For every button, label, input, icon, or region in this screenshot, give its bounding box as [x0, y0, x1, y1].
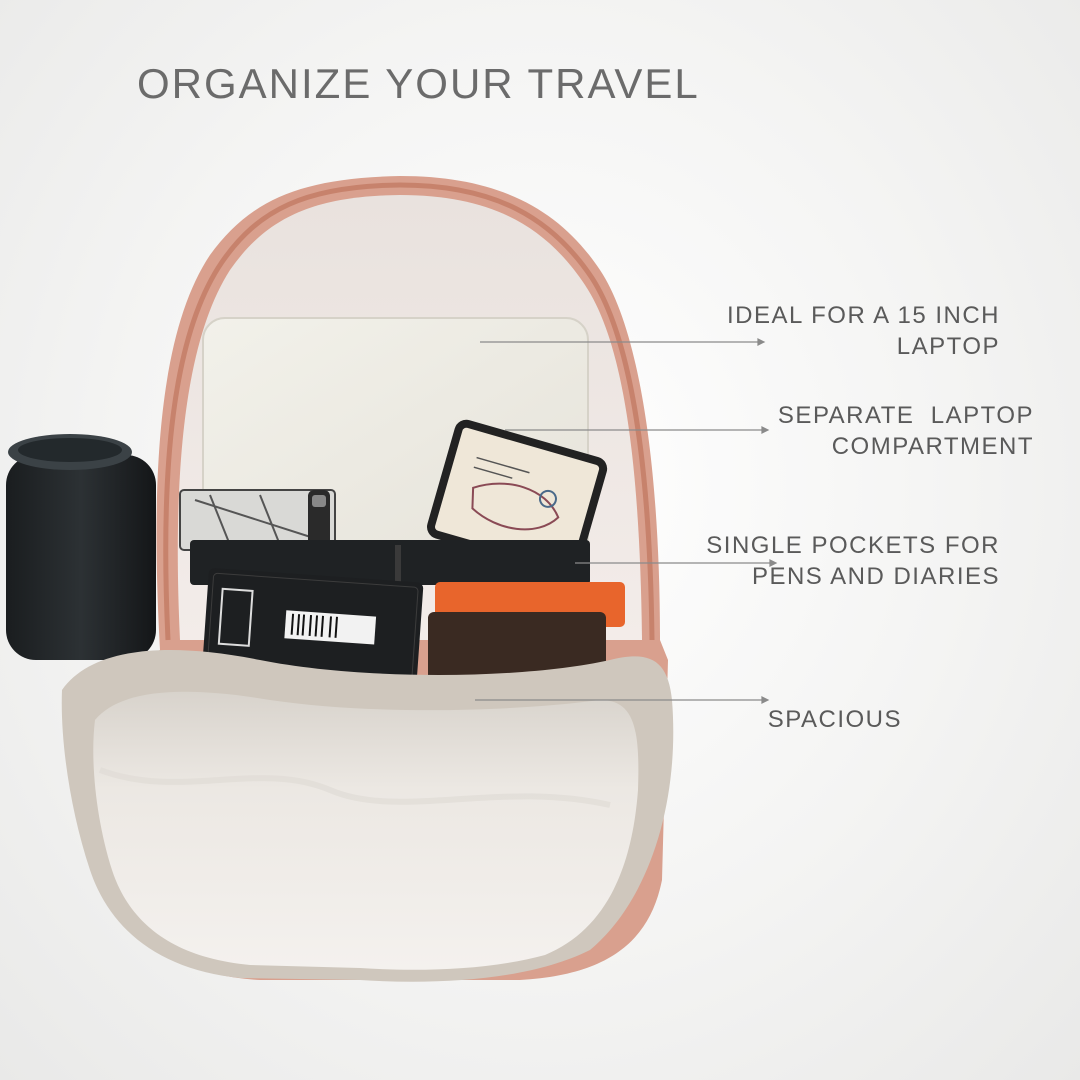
- callout-laptop-compartment: SEPARATE LAPTOP COMPARTMENT: [778, 400, 1034, 462]
- callout-line: SEPARATE LAPTOP: [777, 402, 1034, 429]
- callout-line: SPACIOUS: [767, 706, 902, 733]
- water-bottle: [6, 434, 156, 660]
- callout-pockets: SINGLE POCKETS FOR PENS AND DIARIES: [706, 530, 1000, 592]
- callout-line: LAPTOP: [896, 333, 1000, 360]
- callout-laptop-size: IDEAL FOR A 15 INCH LAPTOP: [727, 300, 1000, 362]
- callout-line: IDEAL FOR A 15 INCH: [726, 302, 1000, 329]
- callout-line: SINGLE POCKETS FOR: [706, 532, 1000, 559]
- callout-spacious: SPACIOUS: [768, 704, 902, 735]
- callout-line: PENS AND DIARIES: [751, 563, 1000, 590]
- callout-line: COMPARTMENT: [831, 433, 1034, 460]
